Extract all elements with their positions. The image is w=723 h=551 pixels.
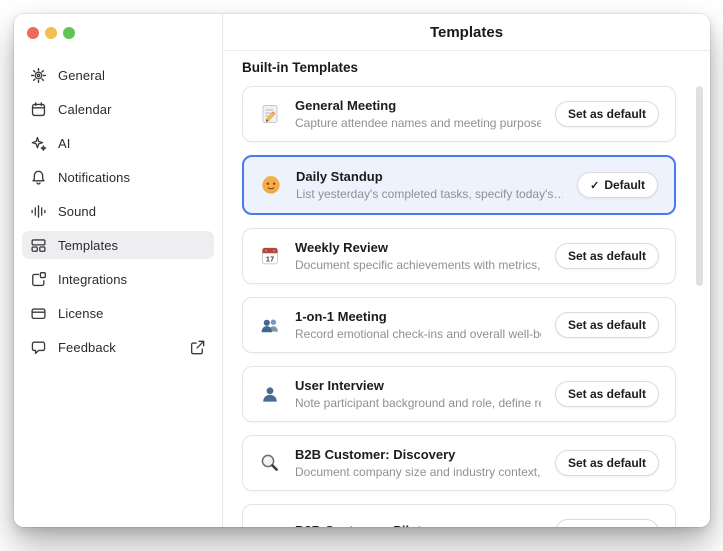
sparkles-icon <box>30 135 47 152</box>
template-card-1-on-1-meeting[interactable]: 1-on-1 Meeting Record emotional check-in… <box>242 297 676 353</box>
speech-bubble-icon <box>30 339 47 356</box>
template-description: Record emotional check-ins and overall w… <box>295 327 541 341</box>
magnifying-glass-icon <box>259 452 281 474</box>
check-icon: ✓ <box>590 179 599 192</box>
sidebar-item-label: AI <box>58 136 206 151</box>
minimize-button[interactable] <box>45 27 57 39</box>
sidebar-item-sound[interactable]: Sound <box>22 197 214 225</box>
sidebar-item-label: Notifications <box>58 170 206 185</box>
sidebar-item-feedback[interactable]: Feedback <box>22 333 214 361</box>
scrollbar-thumb[interactable] <box>696 86 703 286</box>
busts-in-silhouette-icon <box>259 314 281 336</box>
sidebar-item-calendar[interactable]: Calendar <box>22 95 214 123</box>
slightly-smiling-face-icon <box>260 174 282 196</box>
default-badge-button[interactable]: ✓ Default <box>577 172 658 198</box>
sidebar-item-label: License <box>58 306 206 321</box>
template-title: 1-on-1 Meeting <box>295 309 541 324</box>
set-default-button[interactable]: Set as default <box>555 381 659 407</box>
zoom-button[interactable] <box>63 27 75 39</box>
sidebar-item-notifications[interactable]: Notifications <box>22 163 214 191</box>
template-card-daily-standup[interactable]: Daily Standup List yesterday's completed… <box>242 155 676 215</box>
credit-card-icon <box>30 305 47 322</box>
template-title: Daily Standup <box>296 169 563 184</box>
template-description: List yesterday's completed tasks, specif… <box>296 187 563 201</box>
template-card-list: General Meeting Capture attendee names a… <box>242 86 676 527</box>
template-description: Capture attendee names and meeting purpo… <box>295 116 541 130</box>
section-heading: Built-in Templates <box>242 60 710 75</box>
template-title: Weekly Review <box>295 240 541 255</box>
blocks-icon <box>30 271 47 288</box>
template-title: User Interview <box>295 378 541 393</box>
traffic-lights <box>14 14 222 39</box>
calendar-icon <box>30 101 47 118</box>
sidebar-item-integrations[interactable]: Integrations <box>22 265 214 293</box>
set-default-button[interactable]: Set as default <box>555 450 659 476</box>
bell-icon <box>30 169 47 186</box>
sidebar-nav: General Calendar AI <box>14 61 222 361</box>
sidebar-item-label: Calendar <box>58 102 206 117</box>
set-default-button[interactable]: Set as default <box>555 312 659 338</box>
close-button[interactable] <box>27 27 39 39</box>
sidebar-item-ai[interactable]: AI <box>22 129 214 157</box>
set-default-button[interactable]: Set as default <box>555 101 659 127</box>
template-card-weekly-review[interactable]: 17 Weekly Review Document specific achie… <box>242 228 676 284</box>
page-title: Templates <box>223 14 710 51</box>
sidebar-item-label: General <box>58 68 206 83</box>
template-card-general-meeting[interactable]: General Meeting Capture attendee names a… <box>242 86 676 142</box>
svg-text:17: 17 <box>266 255 274 264</box>
blue-partial-icon <box>259 521 281 527</box>
sidebar-item-general[interactable]: General <box>22 61 214 89</box>
template-title: General Meeting <box>295 98 541 113</box>
template-card-b2b-discovery[interactable]: B2B Customer: Discovery Document company… <box>242 435 676 491</box>
external-link-icon <box>189 339 206 356</box>
template-description: Document company size and industry conte… <box>295 465 541 479</box>
set-default-button[interactable]: Set as default <box>555 243 659 269</box>
sidebar-item-license[interactable]: License <box>22 299 214 327</box>
sidebar-item-label: Feedback <box>58 340 178 355</box>
template-title: B2B Customer: Pilot <box>295 523 541 527</box>
tear-off-calendar-icon: 17 <box>259 245 281 267</box>
bust-in-silhouette-icon <box>259 383 281 405</box>
sidebar-item-label: Sound <box>58 204 206 219</box>
settings-window: General Calendar AI <box>14 14 710 527</box>
sidebar: General Calendar AI <box>14 14 223 527</box>
sidebar-item-templates[interactable]: Templates <box>22 231 214 259</box>
sidebar-item-label: Templates <box>58 238 206 253</box>
templates-content: Built-in Templates General Meet <box>223 51 710 527</box>
memo-icon <box>259 103 281 125</box>
template-card-b2b-pilot[interactable]: B2B Customer: Pilot Set as default <box>242 504 676 527</box>
sidebar-item-label: Integrations <box>58 272 206 287</box>
gear-icon <box>30 67 47 84</box>
template-description: Note participant background and role, de… <box>295 396 541 410</box>
template-title: B2B Customer: Discovery <box>295 447 541 462</box>
main-pane: Templates Built-in Templates <box>223 14 710 527</box>
layout-grid-icon <box>30 237 47 254</box>
set-default-button[interactable]: Set as default <box>555 519 659 527</box>
template-description: Document specific achievements with metr… <box>295 258 541 272</box>
waveform-icon <box>30 203 47 220</box>
template-card-user-interview[interactable]: User Interview Note participant backgrou… <box>242 366 676 422</box>
